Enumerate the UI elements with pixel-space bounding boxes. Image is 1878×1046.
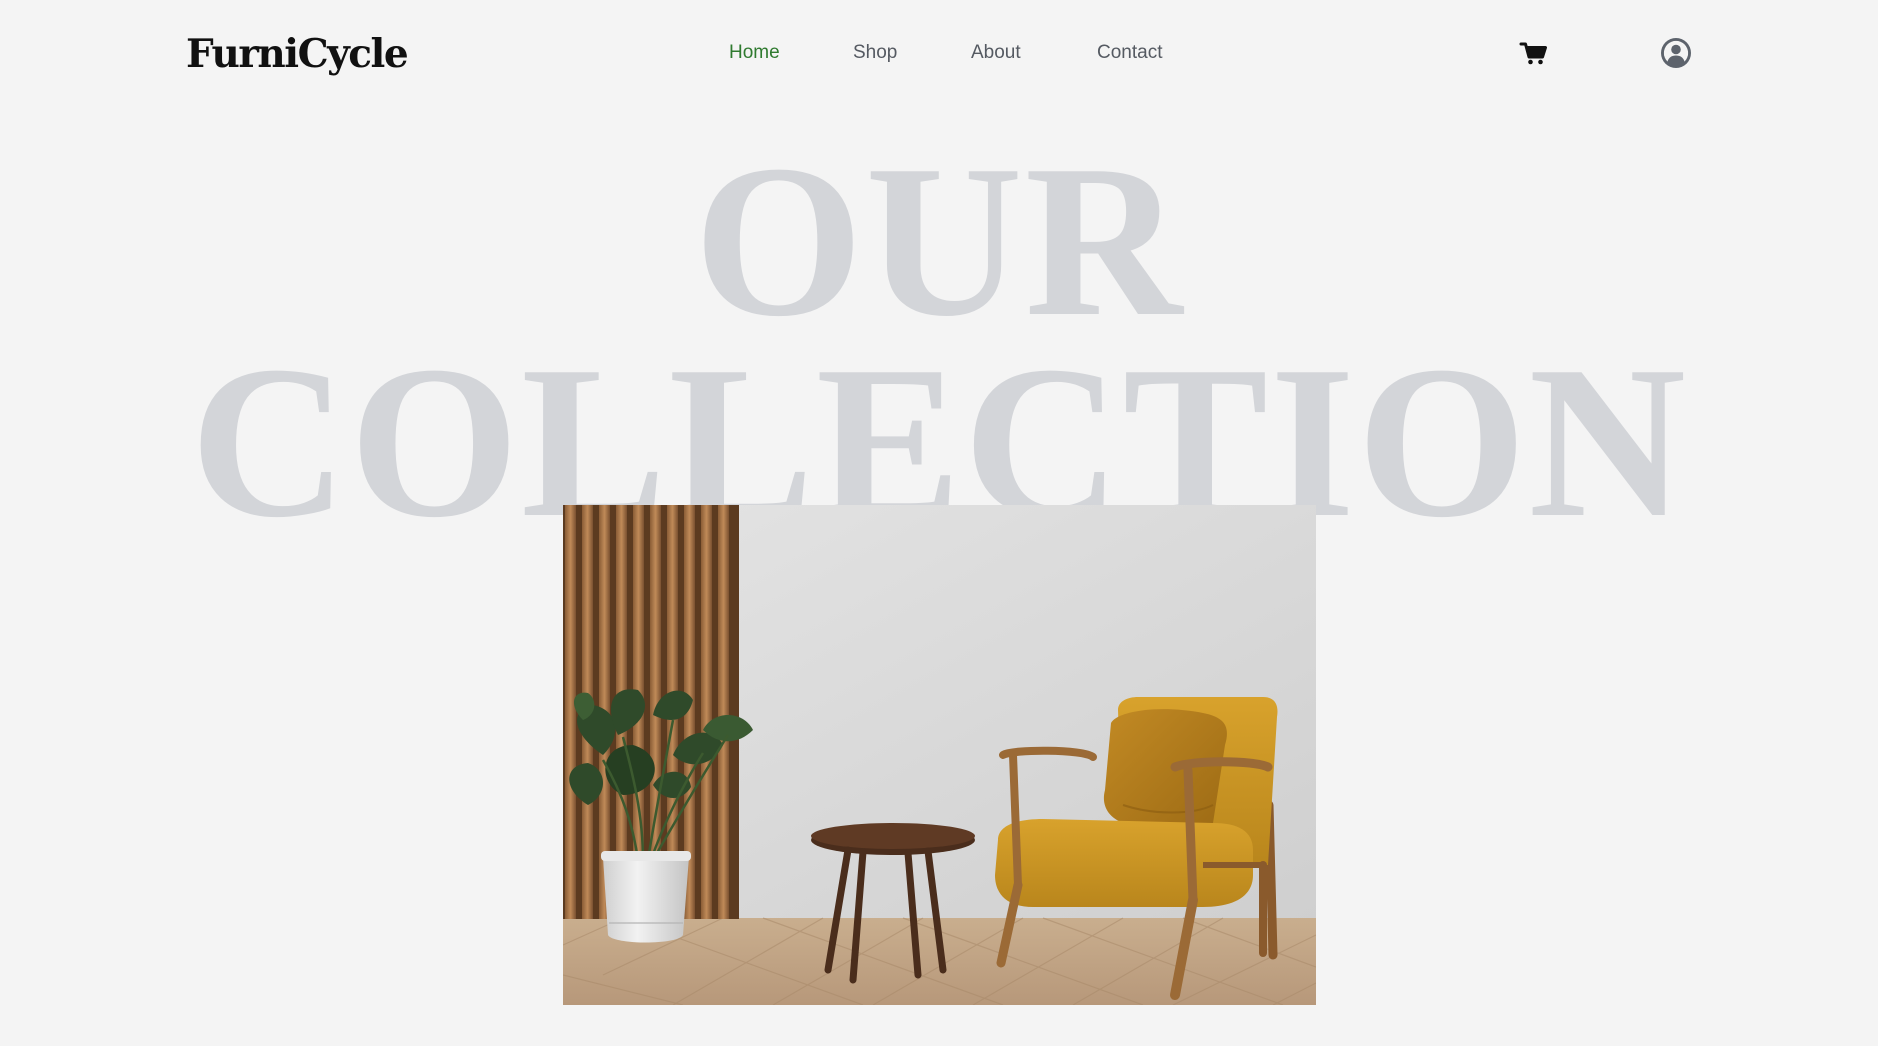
hero-image bbox=[563, 505, 1316, 1005]
main-nav: Home Shop About Contact bbox=[0, 38, 1878, 68]
user-circle-icon bbox=[1661, 38, 1691, 68]
cart-icon bbox=[1519, 42, 1547, 65]
cart-button[interactable] bbox=[1517, 36, 1551, 70]
nav-link-home[interactable]: Home bbox=[729, 38, 780, 68]
site-header: FurniCycle Home Shop About Contact bbox=[0, 0, 1878, 110]
account-button[interactable] bbox=[1659, 36, 1693, 70]
nav-link-about[interactable]: About bbox=[971, 38, 1021, 68]
nav-link-contact[interactable]: Contact bbox=[1097, 38, 1162, 68]
living-room-illustration bbox=[563, 505, 1316, 1005]
nav-link-shop[interactable]: Shop bbox=[853, 38, 897, 68]
hero-title-line-1: OUR bbox=[693, 121, 1185, 362]
